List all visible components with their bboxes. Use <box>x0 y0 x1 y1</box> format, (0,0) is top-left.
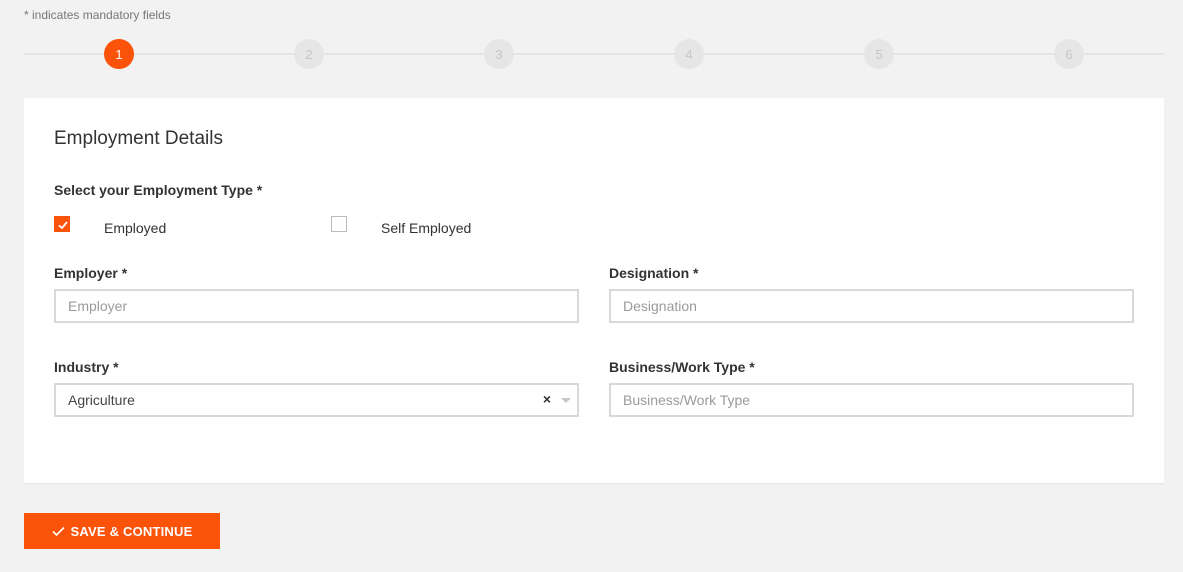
step-5[interactable]: 5 <box>864 39 894 69</box>
progress-stepper: 1 2 3 4 5 6 <box>24 39 1164 69</box>
business-work-type-input[interactable] <box>609 383 1134 417</box>
step-1[interactable]: 1 <box>104 39 134 69</box>
clear-icon[interactable]: × <box>543 391 551 407</box>
industry-selected-value: Agriculture <box>68 392 135 408</box>
employed-checkbox[interactable] <box>54 216 70 232</box>
industry-select[interactable]: Agriculture × <box>54 383 579 417</box>
employer-label: Employer * <box>54 265 128 281</box>
employment-details-card: Employment Details Select your Employmen… <box>24 98 1164 483</box>
save-button-label: SAVE & CONTINUE <box>70 523 193 539</box>
section-title: Employment Details <box>54 128 223 149</box>
step-3[interactable]: 3 <box>484 39 514 69</box>
step-2[interactable]: 2 <box>294 39 324 69</box>
designation-label: Designation * <box>609 265 699 281</box>
employment-type-label: Select your Employment Type * <box>54 182 263 198</box>
employed-label[interactable]: Employed <box>104 220 166 236</box>
chevron-down-icon[interactable] <box>561 398 571 403</box>
designation-input[interactable] <box>609 289 1134 323</box>
stepper-line <box>24 53 1164 55</box>
employer-input[interactable] <box>54 289 579 323</box>
checkmark-icon <box>58 221 68 230</box>
page: * indicates mandatory fields 1 2 3 4 5 6… <box>0 0 1183 572</box>
self-employed-label[interactable]: Self Employed <box>381 220 471 236</box>
mandatory-note: * indicates mandatory fields <box>24 8 171 22</box>
step-4[interactable]: 4 <box>674 39 704 69</box>
business-work-type-label: Business/Work Type * <box>609 359 755 375</box>
step-6[interactable]: 6 <box>1054 39 1084 69</box>
industry-label: Industry * <box>54 359 119 375</box>
save-continue-button[interactable]: SAVE & CONTINUE <box>24 513 220 549</box>
self-employed-checkbox[interactable] <box>331 216 347 232</box>
check-icon <box>51 526 65 536</box>
